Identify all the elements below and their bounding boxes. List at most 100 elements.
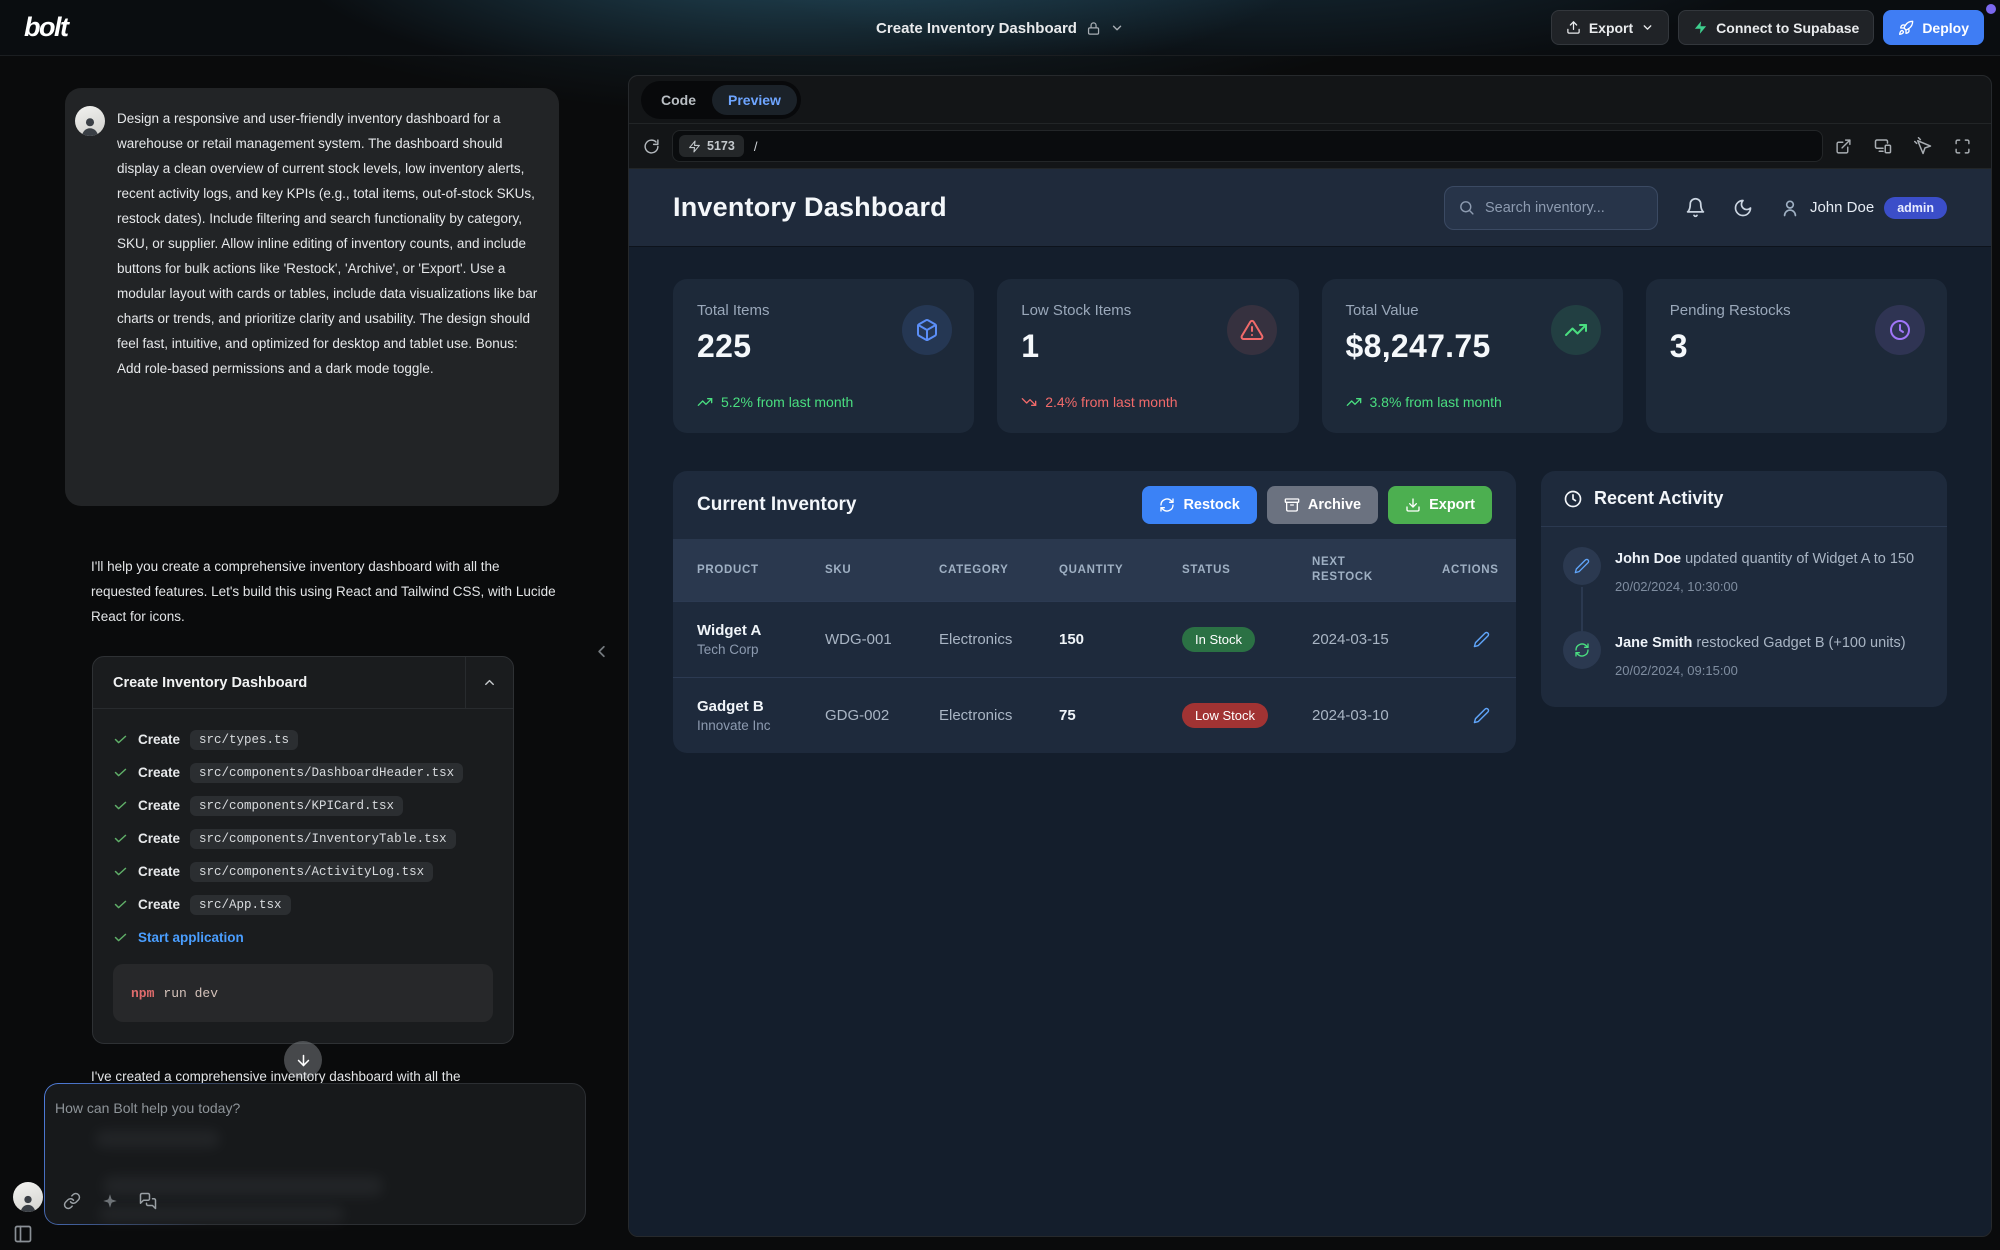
file-chip[interactable]: src/types.ts bbox=[190, 730, 298, 750]
user-message: Design a responsive and user-friendly in… bbox=[65, 88, 559, 506]
assistant-message: I'll help you create a comprehensive inv… bbox=[91, 554, 559, 629]
activity-item: Jane Smithrestocked Gadget B (+100 units… bbox=[1563, 631, 1925, 681]
address-bar[interactable]: 5173 / bbox=[672, 130, 1823, 162]
file-chip[interactable]: src/components/InventoryTable.tsx bbox=[190, 829, 456, 849]
archive-button[interactable]: Archive bbox=[1267, 486, 1378, 524]
upload-icon bbox=[1566, 20, 1581, 35]
trending-up-icon bbox=[1346, 394, 1362, 410]
check-icon bbox=[113, 864, 128, 879]
search-box[interactable] bbox=[1444, 186, 1658, 230]
app-root: bolt Create Inventory Dashboard Export bbox=[0, 0, 2000, 1250]
reload-icon[interactable] bbox=[643, 138, 660, 155]
download-icon bbox=[1405, 497, 1421, 513]
deploy-button[interactable]: Deploy bbox=[1883, 10, 1984, 45]
column-header: Actions bbox=[1442, 564, 1499, 576]
chat-input-box[interactable] bbox=[44, 1083, 586, 1225]
quantity-cell[interactable]: 150 bbox=[1059, 631, 1182, 648]
column-header: Status bbox=[1182, 564, 1312, 576]
bulk-actions: Restock Archive bbox=[1142, 486, 1492, 524]
check-icon bbox=[113, 798, 128, 813]
search-input[interactable] bbox=[1485, 200, 1644, 216]
project-title: Create Inventory Dashboard bbox=[876, 20, 1077, 37]
open-external-icon[interactable] bbox=[1835, 138, 1852, 155]
trending-up-icon bbox=[1551, 305, 1601, 355]
step-action: Create bbox=[138, 831, 180, 846]
inspector-toggle-icon[interactable] bbox=[1914, 137, 1932, 155]
chat-mode-icon[interactable] bbox=[139, 1192, 157, 1210]
check-icon bbox=[113, 897, 128, 912]
check-icon bbox=[113, 930, 128, 945]
archive-icon bbox=[1284, 497, 1300, 513]
category-cell: Electronics bbox=[939, 631, 1059, 648]
dashboard-body: Total Items 225 5.2% from last month bbox=[629, 246, 1991, 1236]
export-table-button[interactable]: Export bbox=[1388, 486, 1492, 524]
column-header: SKU bbox=[825, 564, 939, 576]
role-badge: admin bbox=[1884, 197, 1947, 219]
fullscreen-icon[interactable] bbox=[1954, 138, 1971, 155]
top-bar-actions: Export Connect to Supabase Deploy bbox=[1551, 10, 1984, 45]
activity-list: John Doeupdated quantity of Widget A to … bbox=[1541, 527, 1947, 707]
lock-icon bbox=[1086, 21, 1101, 36]
trending-up-icon bbox=[697, 394, 713, 410]
column-header: Quantity bbox=[1059, 564, 1182, 576]
account-avatar[interactable] bbox=[13, 1182, 43, 1212]
dashboard-header: Inventory Dashboard bbox=[629, 169, 1991, 246]
start-application-link[interactable]: Start application bbox=[138, 930, 244, 945]
notifications-bell-icon[interactable] bbox=[1685, 197, 1706, 218]
artifact-header[interactable]: Create Inventory Dashboard bbox=[93, 657, 513, 709]
artifact-card: Create Inventory Dashboard Create src/ty… bbox=[92, 656, 514, 1044]
collapse-chat-chevron[interactable] bbox=[592, 642, 611, 666]
column-header: Next Restock bbox=[1312, 555, 1442, 585]
port-number: 5173 bbox=[707, 139, 735, 153]
user-avatar bbox=[75, 106, 105, 136]
file-chip[interactable]: src/components/DashboardHeader.tsx bbox=[190, 763, 463, 783]
project-title-group[interactable]: Create Inventory Dashboard bbox=[876, 0, 1124, 56]
column-header: Product bbox=[697, 564, 825, 576]
step-action: Create bbox=[138, 897, 180, 912]
artifact-steps: Create src/types.ts Create src/component… bbox=[93, 709, 513, 1038]
activity-item: John Doeupdated quantity of Widget A to … bbox=[1563, 547, 1925, 597]
browser-chrome: 5173 / bbox=[629, 124, 1991, 169]
bolt-logo[interactable]: bolt bbox=[24, 12, 67, 43]
table-row[interactable]: Gadget B Innovate Inc GDG-002 Electronic… bbox=[673, 677, 1516, 753]
quantity-cell[interactable]: 75 bbox=[1059, 707, 1182, 724]
dark-mode-toggle-icon[interactable] bbox=[1733, 198, 1753, 218]
tab-code[interactable]: Code bbox=[645, 85, 712, 115]
restock-button[interactable]: Restock bbox=[1142, 486, 1256, 524]
package-icon bbox=[902, 305, 952, 355]
user-menu[interactable]: John Doe admin bbox=[1780, 197, 1947, 219]
table-row[interactable]: Widget A Tech Corp WDG-001 Electronics 1… bbox=[673, 601, 1516, 677]
recent-activity-card: Recent Activity John Doeupdated quan bbox=[1541, 471, 1947, 707]
activity-timestamp: 20/02/2024, 09:15:00 bbox=[1615, 660, 1906, 681]
pencil-icon bbox=[1563, 547, 1601, 585]
responsive-devices-icon[interactable] bbox=[1874, 137, 1892, 155]
edit-pencil-icon[interactable] bbox=[1473, 631, 1490, 648]
tab-preview[interactable]: Preview bbox=[712, 85, 797, 115]
file-chip[interactable]: src/App.tsx bbox=[190, 895, 291, 915]
refresh-icon bbox=[1159, 497, 1175, 513]
attach-link-icon[interactable] bbox=[63, 1192, 81, 1210]
step-action: Create bbox=[138, 864, 180, 879]
export-button[interactable]: Export bbox=[1551, 10, 1669, 45]
command-binary: npm bbox=[131, 986, 154, 1001]
actions-cell bbox=[1442, 631, 1492, 648]
sparkles-icon[interactable] bbox=[101, 1192, 119, 1210]
sidebar-toggle-icon[interactable] bbox=[13, 1224, 33, 1247]
status-cell: In Stock bbox=[1182, 627, 1312, 652]
file-chip[interactable]: src/components/ActivityLog.tsx bbox=[190, 862, 433, 882]
connect-supabase-button[interactable]: Connect to Supabase bbox=[1678, 10, 1874, 45]
artifact-step: Create src/components/KPICard.tsx bbox=[113, 789, 493, 822]
edit-pencil-icon[interactable] bbox=[1473, 707, 1490, 724]
refresh-icon bbox=[1563, 631, 1601, 669]
port-chip[interactable]: 5173 bbox=[679, 135, 744, 157]
status-cell: Low Stock bbox=[1182, 703, 1312, 728]
preview-panel: Code Preview 5173 / bbox=[628, 75, 1992, 1237]
next-restock-cell: 2024-03-10 bbox=[1312, 707, 1442, 724]
chat-input[interactable] bbox=[55, 1092, 555, 1124]
kpi-card-low-stock: Low Stock Items 1 2.4% from last month bbox=[997, 279, 1298, 433]
collapse-artifact-button[interactable] bbox=[465, 657, 513, 709]
chevron-down-icon bbox=[1110, 21, 1124, 35]
file-chip[interactable]: src/components/KPICard.tsx bbox=[190, 796, 403, 816]
chevron-down-icon bbox=[1641, 21, 1654, 34]
trending-down-icon bbox=[1021, 394, 1037, 410]
